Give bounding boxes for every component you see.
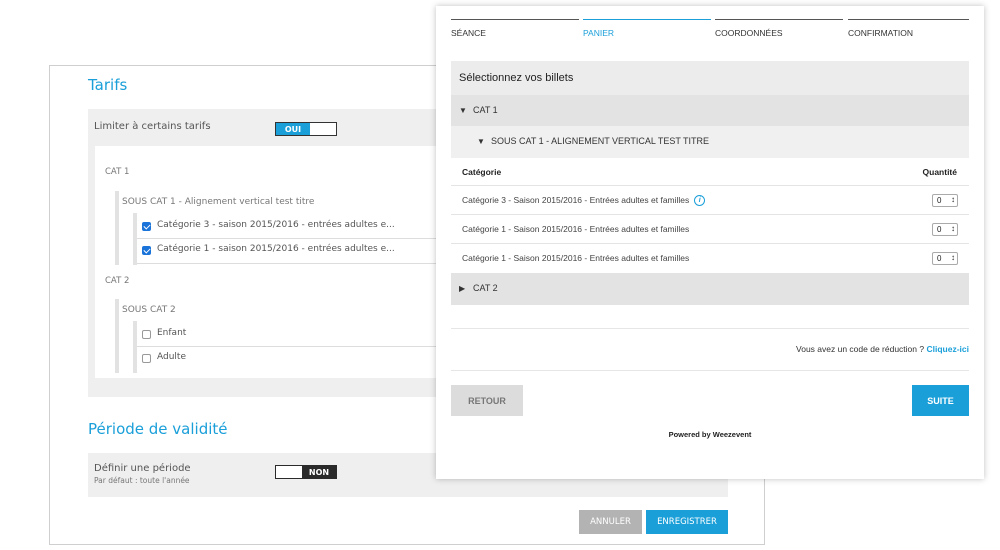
tarif-label: Catégorie 1 - saison 2015/2016 - entrées… [157,244,395,254]
next-button[interactable]: SUITE [912,385,969,416]
cat-label: CAT 2 [105,276,130,286]
cat1-label: CAT 1 [473,105,498,115]
table-row: Catégorie 1 - Saison 2015/2016 - Entrées… [451,243,969,273]
tarif-checkbox[interactable] [142,222,151,231]
step-confirmation: CONFIRMATION [848,19,969,39]
discount-text: Vous avez un code de réduction ? [796,344,925,354]
row-label: Catégorie 3 - Saison 2015/2016 - Entrées… [462,195,706,207]
discount-link[interactable]: Cliquez-ici [926,344,969,354]
quantity-select[interactable]: 0 [932,252,958,265]
col-category: Catégorie [462,167,502,177]
triangle-down-icon: ▼ [477,137,485,146]
quantity-select[interactable]: 0 [932,194,958,207]
tarif-checkbox[interactable] [142,330,151,339]
save-button[interactable]: ENREGISTRER [646,510,728,534]
limit-label: Limiter à certains tarifs [94,121,211,132]
powered-by: Powered by Weezevent [668,430,752,439]
back-button[interactable]: RETOUR [451,385,523,416]
screen: Tarifs Limiter à certains tarifs OUI CAT… [0,0,1000,550]
discount-line: Vous avez un code de réduction ? Cliquez… [796,344,969,354]
table-header: Catégorie Quantité [451,158,969,184]
subcat-label: SOUS CAT 1 - Alignement vertical test ti… [122,197,315,207]
step-panier: PANIER [583,19,711,39]
cat1-row[interactable]: ▼ CAT 1 [451,95,969,126]
col-quantity: Quantité [922,167,957,177]
limit-toggle[interactable]: OUI [275,122,337,136]
ticket-widget: SÉANCE PANIER COORDONNÉES CONFIRMATION S… [436,6,984,479]
toggle-off-label: NON [302,466,336,478]
row-label: Catégorie 1 - Saison 2015/2016 - Entrées… [462,224,690,234]
triangle-right-icon: ▶ [459,284,466,293]
tarifs-title: Tarifs [88,76,128,94]
toggle-on-label: OUI [276,123,310,135]
info-icon[interactable]: i [694,195,706,207]
period-label: Définir une période [94,463,191,474]
subcat-label: SOUS CAT 2 [122,305,176,315]
subcat1-label: SOUS CAT 1 - ALIGNEMENT VERTICAL TEST TI… [491,136,710,146]
tarif-label: Adulte [157,352,186,362]
cancel-button[interactable]: ANNULER [579,510,642,534]
cat-label: CAT 1 [105,167,130,177]
row-label: Catégorie 1 - Saison 2015/2016 - Entrées… [462,253,690,263]
cat2-label: CAT 2 [473,283,498,293]
period-sublabel: Par défaut : toute l'année [94,476,190,485]
validity-title: Période de validité [88,420,228,438]
tarif-checkbox[interactable] [142,354,151,363]
table-row: Catégorie 1 - Saison 2015/2016 - Entrées… [451,214,969,243]
tarif-label: Enfant [157,328,187,338]
section-title: Sélectionnez vos billets [451,61,969,95]
period-toggle[interactable]: NON [275,465,337,479]
quantity-select[interactable]: 0 [932,223,958,236]
tarif-label: Catégorie 3 - saison 2015/2016 - entrées… [157,220,395,230]
tarif-checkbox[interactable] [142,246,151,255]
cat2-row[interactable]: ▶ CAT 2 [451,273,969,305]
subcat1-row[interactable]: ▼ SOUS CAT 1 - ALIGNEMENT VERTICAL TEST T… [451,126,969,158]
table-row: Catégorie 3 - Saison 2015/2016 - Entrées… [451,185,969,214]
step-coordonnees: COORDONNÉES [715,19,843,39]
triangle-down-icon: ▼ [459,106,467,115]
step-seance: SÉANCE [451,19,579,39]
